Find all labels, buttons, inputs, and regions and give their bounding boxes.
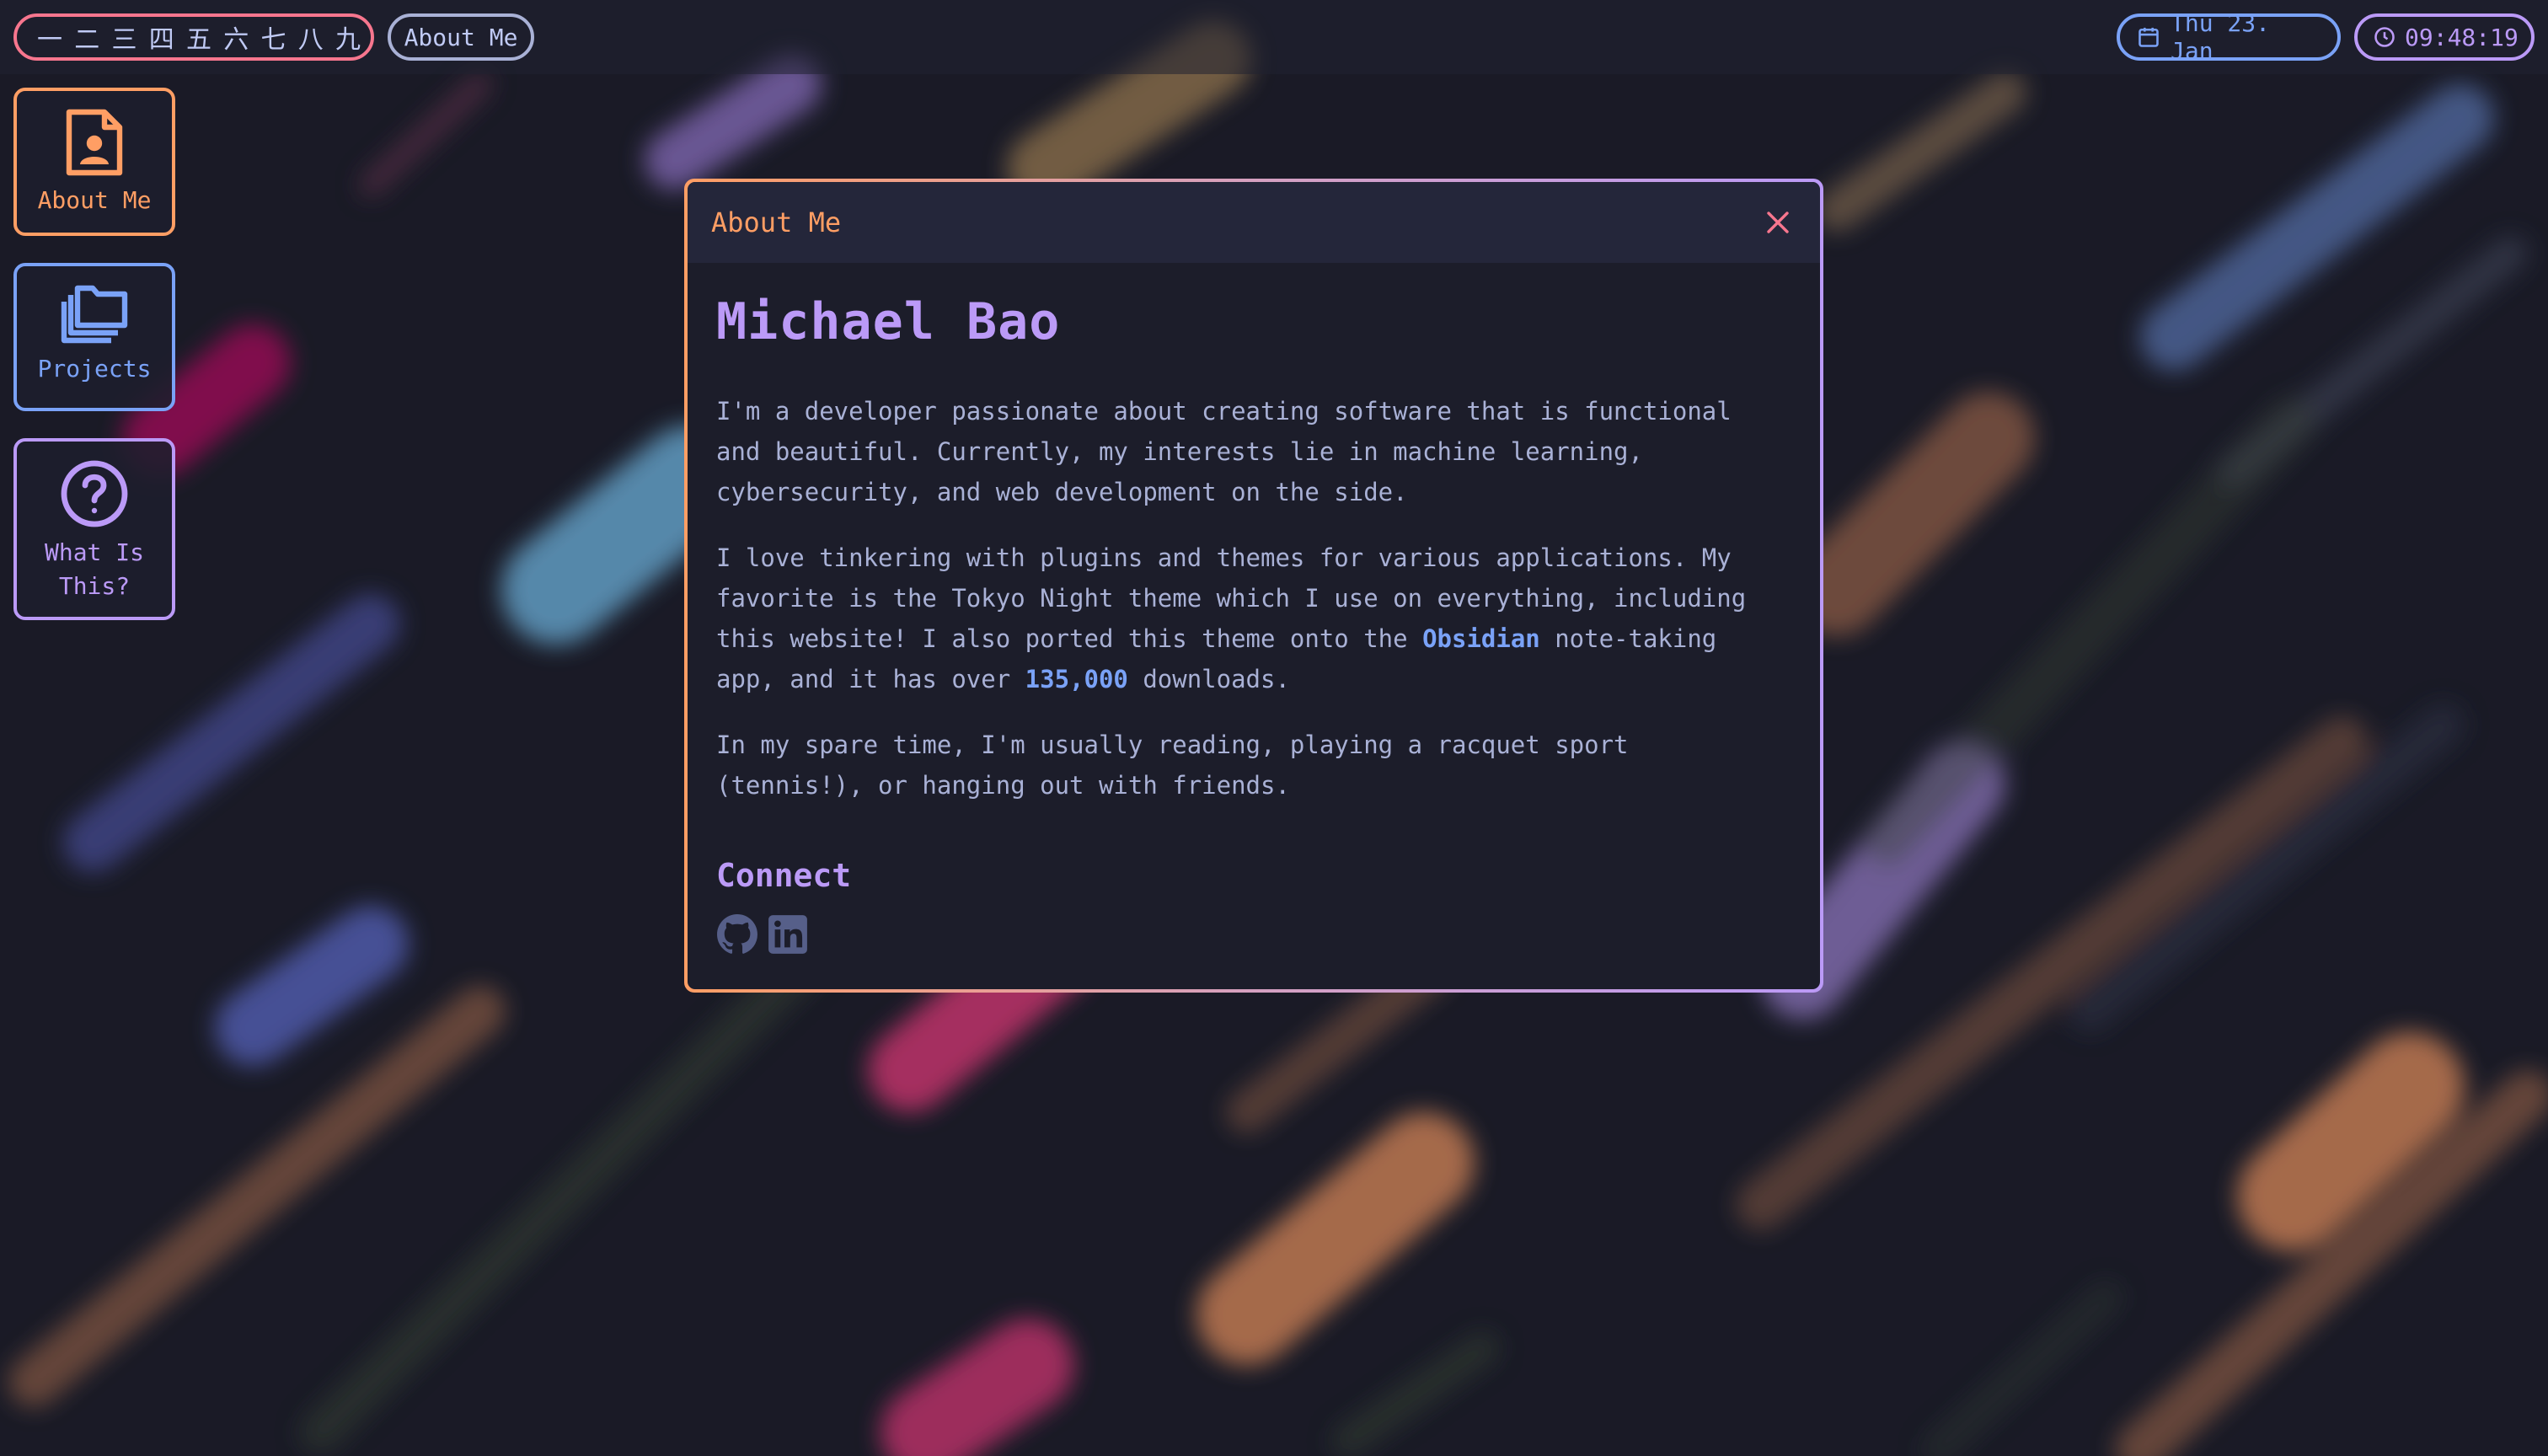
clock-widget: 09:48:19 bbox=[2354, 13, 2535, 61]
window-body: Michael Bao I'm a developer passionate a… bbox=[688, 263, 1820, 956]
workspace-6[interactable]: 六 bbox=[223, 19, 249, 56]
window-titlebar[interactable]: About Me bbox=[688, 182, 1820, 263]
bio-paragraph-2: I love tinkering with plugins and themes… bbox=[716, 538, 1790, 699]
clock-icon bbox=[2374, 27, 2395, 47]
workspace-4[interactable]: 四 bbox=[149, 19, 174, 56]
social-links bbox=[716, 913, 1790, 956]
bio-paragraph-3: In my spare time, I'm usually reading, p… bbox=[716, 731, 1629, 800]
desktop-icon-what-is-this[interactable]: What Is This? bbox=[13, 438, 175, 620]
download-count: 135,000 bbox=[1025, 665, 1128, 693]
active-window-label: About Me bbox=[404, 23, 518, 51]
desktop-icon-about-me[interactable]: About Me bbox=[13, 88, 175, 236]
date-text: Thu 23. Jan bbox=[2171, 9, 2271, 65]
bio-text: downloads. bbox=[1127, 665, 1290, 693]
workspace-1[interactable]: 一 bbox=[37, 19, 62, 56]
close-button[interactable] bbox=[1759, 204, 1796, 241]
window-content: About Me Michael Bao I'm a developer pas… bbox=[688, 182, 1820, 989]
profile-name: Michael Bao bbox=[716, 292, 1061, 351]
obsidian-link[interactable]: Obsidian bbox=[1422, 624, 1540, 653]
bio-paragraph-1: I'm a developer passionate about creatin… bbox=[716, 397, 1732, 506]
workspace-8[interactable]: 八 bbox=[298, 19, 324, 56]
person-document-icon bbox=[66, 109, 123, 176]
desktop-icon-label-line-2: This? bbox=[58, 572, 131, 600]
clock-text: 09:48:19 bbox=[2405, 23, 2519, 51]
workspace-5[interactable]: 五 bbox=[186, 19, 211, 56]
close-icon bbox=[1767, 211, 1789, 233]
desktop-icon-label: What Is This? bbox=[45, 536, 144, 603]
active-window-title: About Me bbox=[388, 13, 534, 61]
folders-icon bbox=[61, 285, 128, 344]
desktop-icon-label: Projects bbox=[37, 355, 152, 383]
window-title: About Me bbox=[711, 206, 842, 238]
about-me-window: About Me Michael Bao I'm a developer pas… bbox=[684, 179, 1823, 993]
github-icon[interactable] bbox=[716, 913, 758, 956]
workspace-switcher: 一 二 三 四 五 六 七 八 九 bbox=[13, 13, 374, 61]
workspace-7[interactable]: 七 bbox=[261, 19, 286, 56]
date-widget: Thu 23. Jan bbox=[2117, 9, 2341, 65]
desktop-icon-label: About Me bbox=[37, 186, 152, 214]
top-bar: 一 二 三 四 五 六 七 八 九 About Me Thu 23. Jan 0… bbox=[0, 0, 2548, 74]
desktop-icon-label-line-1: What Is bbox=[44, 538, 144, 566]
workspace-2[interactable]: 二 bbox=[74, 19, 99, 56]
workspace-3[interactable]: 三 bbox=[112, 19, 137, 56]
calendar-icon bbox=[2138, 27, 2159, 47]
workspace-9[interactable]: 九 bbox=[335, 19, 361, 56]
question-circle-icon bbox=[61, 460, 128, 527]
connect-heading: Connect bbox=[716, 857, 852, 894]
desktop-icon-projects[interactable]: Projects bbox=[13, 263, 175, 411]
desktop: 一 二 三 四 五 六 七 八 九 About Me Thu 23. Jan 0… bbox=[0, 0, 2548, 1456]
linkedin-icon[interactable] bbox=[767, 913, 809, 956]
